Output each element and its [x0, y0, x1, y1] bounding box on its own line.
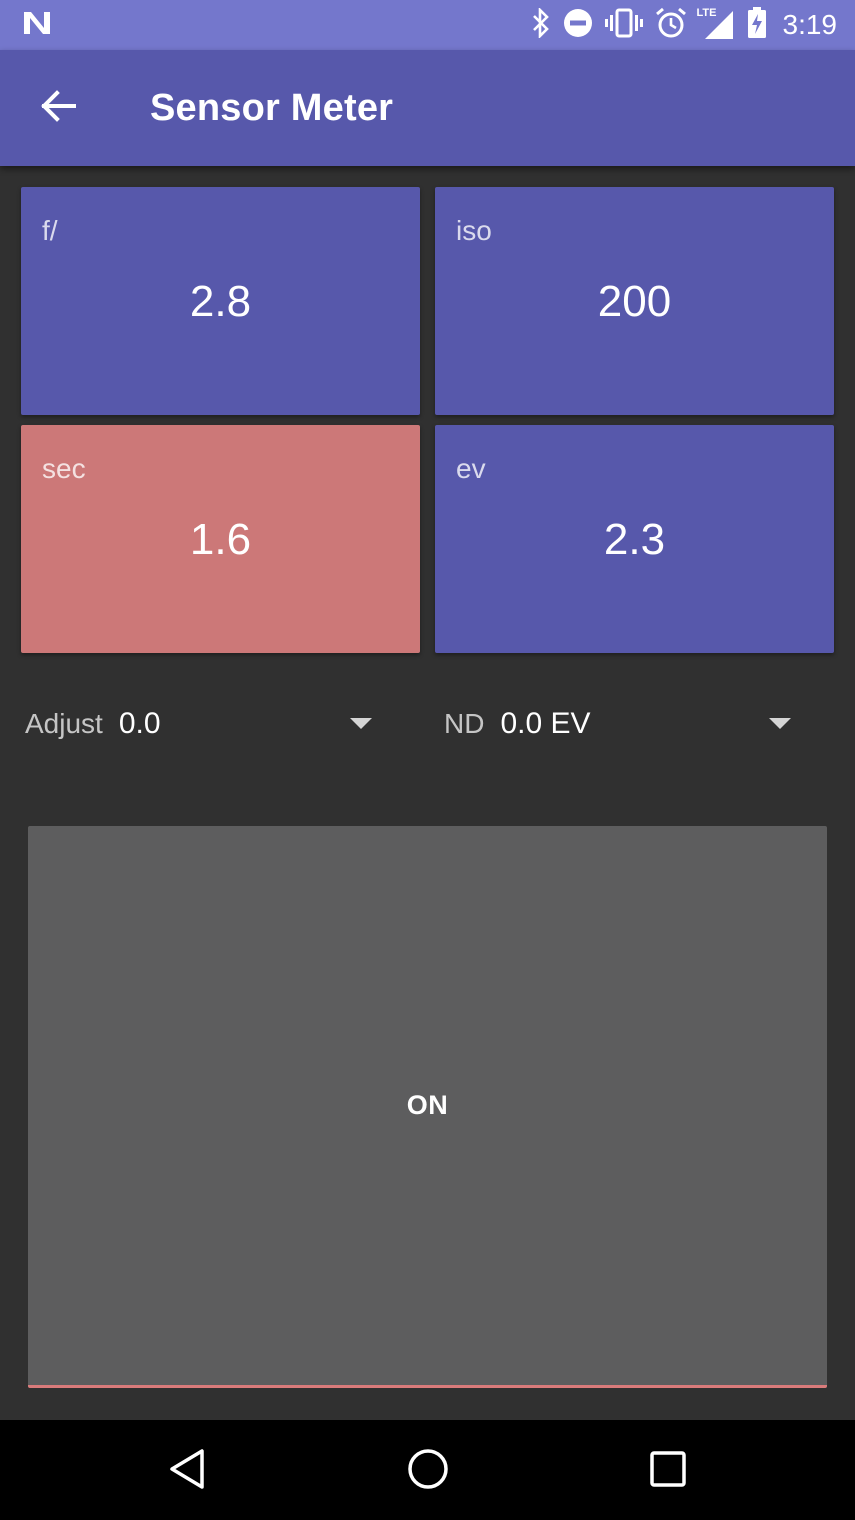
ev-label: ev	[456, 453, 486, 484]
nav-home-button[interactable]	[402, 1445, 454, 1497]
nav-recents-button[interactable]	[642, 1445, 694, 1497]
iso-value: 200	[597, 277, 672, 326]
nd-value: 0.0 EV	[500, 707, 591, 740]
adjust-label: Adjust	[25, 708, 103, 739]
nd-label: ND	[444, 708, 485, 739]
notification-n-icon	[22, 10, 52, 41]
home-circle-icon	[407, 1448, 449, 1495]
aperture-tile[interactable]: f/ 2.8	[21, 187, 420, 415]
status-bar: LTE 3:19	[0, 0, 855, 50]
lte-label: LTE	[696, 7, 717, 19]
recents-square-icon	[649, 1450, 687, 1493]
arrow-back-icon	[40, 89, 76, 127]
nd-spinner[interactable]: ND 0.0 EV	[444, 690, 804, 758]
adjust-value: 0.0	[118, 707, 161, 740]
iso-tile[interactable]: iso 200	[435, 187, 834, 415]
ev-value: 2.3	[603, 515, 666, 564]
chevron-down-icon	[350, 718, 372, 729]
app-title: Sensor Meter	[150, 86, 394, 129]
aperture-label: f/	[42, 215, 58, 246]
back-button[interactable]	[28, 78, 88, 138]
iso-label: iso	[456, 215, 492, 246]
shutter-tile[interactable]: sec 1.6	[21, 425, 420, 653]
battery-charging-icon	[747, 6, 767, 44]
shutter-value: 1.6	[189, 515, 252, 564]
do-not-disturb-icon	[563, 8, 593, 43]
nav-back-button[interactable]	[161, 1445, 213, 1497]
on-button-label: ON	[406, 1090, 449, 1120]
app-bar: Sensor Meter	[0, 50, 855, 166]
lte-signal-icon: LTE	[696, 7, 735, 41]
back-triangle-icon	[168, 1448, 206, 1495]
alarm-icon	[655, 7, 687, 44]
on-toggle-button[interactable]: ON	[28, 826, 827, 1388]
ev-tile[interactable]: ev 2.3	[435, 425, 834, 653]
chevron-down-icon	[769, 718, 791, 729]
navigation-bar	[0, 1420, 855, 1520]
status-time: 3:19	[782, 9, 838, 40]
shutter-label: sec	[42, 453, 86, 484]
bluetooth-icon	[531, 6, 551, 43]
aperture-value: 2.8	[189, 277, 252, 326]
vibrate-icon	[604, 8, 643, 43]
adjust-spinner[interactable]: Adjust 0.0	[25, 690, 385, 758]
